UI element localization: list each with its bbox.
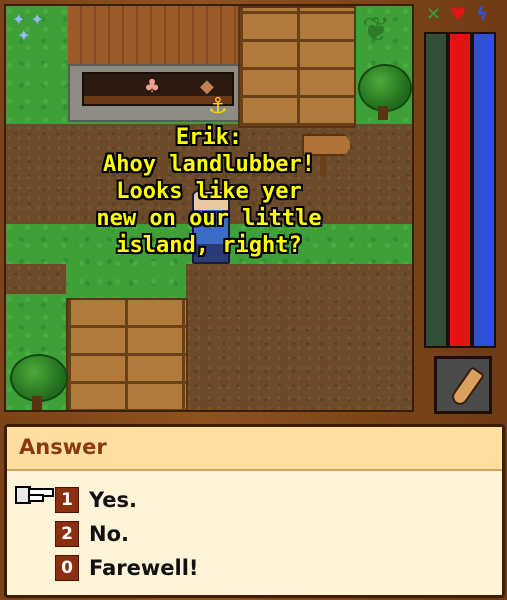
crate-stack (238, 6, 356, 128)
game-viewport[interactable]: ✦ ✦ ✦ ♣ ◆ ⚓ ❦ Erik: Ahoy landlubber! Loo… (4, 4, 414, 412)
tree-trunk (32, 396, 42, 410)
answer-option-yes[interactable]: 1 Yes. (55, 485, 137, 515)
stat-icons: ✕ ♥ ϟ (422, 4, 502, 30)
experience-bar-fill (426, 34, 446, 346)
club-icon (448, 366, 486, 408)
answer-key: 2 (55, 521, 79, 547)
weapon-slot[interactable] (434, 356, 492, 414)
speech-line: Ahoy landlubber! (103, 152, 315, 177)
dirt-field (186, 264, 412, 410)
flowers-icon: ✦ ✦ ✦ (12, 10, 44, 45)
answer-label: No. (89, 522, 129, 546)
fern-icon: ❦ (362, 10, 391, 50)
heart-icon: ♥ (450, 4, 467, 25)
tree-icon (10, 354, 68, 402)
shop-roof (68, 6, 240, 67)
lightning-icon: ϟ (476, 4, 488, 25)
answer-key: 1 (55, 487, 79, 513)
crate-stack (66, 298, 188, 410)
answer-dialog: Answer 1 Yes. 2 No. 0 Farewell! (4, 424, 505, 598)
npc-name: Erik: (175, 125, 243, 150)
health-bar-fill (450, 34, 470, 346)
health-bar (448, 32, 472, 348)
answer-label: Yes. (89, 488, 137, 512)
tree-trunk (378, 106, 388, 120)
answer-key: 0 (55, 555, 79, 581)
dialog-title: Answer (19, 435, 107, 459)
dirt-path (6, 264, 66, 294)
speech-line: island, right? (116, 233, 302, 258)
anchor-icon: ⚓ (208, 94, 228, 119)
npc-speech-bubble: Erik: Ahoy landlubber! Looks like yer ne… (6, 124, 412, 259)
mana-bar-fill (474, 34, 494, 346)
status-panel: ✕ ♥ ϟ (418, 4, 502, 414)
tree-icon (358, 64, 412, 112)
experience-bar (424, 32, 448, 348)
crab-icon: ♣ (144, 76, 161, 97)
speech-line: new on our little (96, 206, 322, 231)
dialog-header: Answer (7, 427, 502, 471)
answer-label: Farewell! (89, 556, 199, 580)
mana-bar (472, 32, 496, 348)
answer-option-farewell[interactable]: 0 Farewell! (55, 553, 199, 583)
pointing-hand-icon (15, 486, 54, 504)
speech-line: Looks like yer (116, 179, 302, 204)
crossed-swords-icon: ✕ (426, 4, 442, 25)
answer-option-no[interactable]: 2 No. (55, 519, 129, 549)
